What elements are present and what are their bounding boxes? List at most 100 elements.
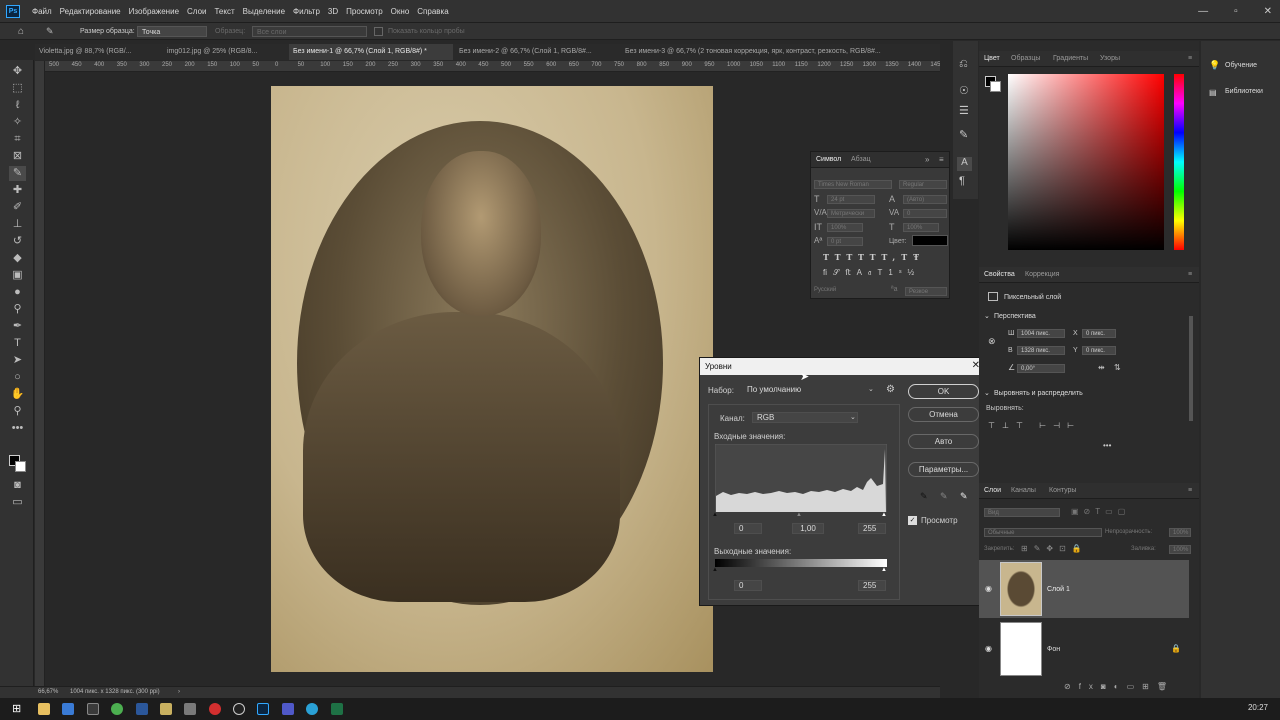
leading-field[interactable]: (Авто) (903, 195, 947, 204)
menu-item[interactable]: Фильтр (289, 0, 324, 23)
tab-patterns[interactable]: Узоры (1100, 55, 1120, 62)
hue-slider[interactable] (1174, 74, 1184, 250)
home-icon[interactable]: ⌂ (18, 26, 24, 37)
align-chevron-icon[interactable]: ⌄ (984, 389, 990, 397)
panel-menu-icon[interactable]: ≡ (939, 155, 944, 164)
gray-point-eyedropper-icon[interactable]: ✎ (940, 491, 948, 502)
close-window-button[interactable]: ✕ (1264, 0, 1272, 23)
fill-field[interactable]: 100% (1169, 545, 1191, 554)
menu-item[interactable]: Изображение (125, 0, 183, 23)
status-arrow-icon[interactable]: › (178, 689, 180, 695)
layers-menu-icon[interactable]: ≡ (1188, 487, 1192, 494)
menu-item[interactable]: Текст (210, 0, 238, 23)
visibility-eye-icon[interactable]: ◉ (985, 584, 992, 593)
photoshop-taskbar-icon[interactable] (257, 703, 269, 715)
libraries-link[interactable]: Библиотеки (1225, 88, 1263, 95)
type-tool-icon[interactable]: T (9, 336, 26, 351)
properties-menu-icon[interactable]: ≡ (1188, 271, 1192, 278)
tab-paths[interactable]: Контуры (1049, 487, 1076, 494)
screen-mode-icon[interactable]: ▭ (9, 495, 26, 510)
align-buttons[interactable]: ⊤⊥⊤ ⊢⊣⊢ (988, 421, 1081, 430)
menu-item[interactable]: Просмотр (342, 0, 387, 23)
dodge-tool-icon[interactable]: ⚲ (9, 302, 26, 317)
layer-filter-icons[interactable]: ▣⊘T▭▢ (1071, 507, 1130, 516)
word-icon[interactable] (136, 703, 148, 715)
opentype-buttons[interactable]: ﬁ𝒮ﬅA𝔞T1ˢ½ (823, 268, 920, 278)
options-button[interactable]: Параметры... (908, 462, 979, 477)
text-style-buttons[interactable]: TTTTTT,TŦ (823, 252, 925, 262)
flip-horizontal-icon[interactable]: ⇹ (1098, 363, 1105, 372)
color-picker-field[interactable] (1008, 74, 1164, 250)
preview-checkbox[interactable]: ✓ (908, 516, 917, 525)
character-icon[interactable]: A (957, 157, 972, 171)
tab-layers[interactable]: Слои (984, 487, 1001, 494)
marquee-tool-icon[interactable]: ⬚ (9, 81, 26, 96)
y-field[interactable]: 0 пикс. (1082, 346, 1116, 355)
tab-properties[interactable]: Свойства (984, 271, 1015, 278)
color-panel-menu-icon[interactable]: ≡ (1188, 55, 1192, 62)
output-black-slider[interactable]: ▲ (712, 567, 718, 573)
menu-item[interactable]: Слои (183, 0, 210, 23)
brushes-icon[interactable]: ✎ (959, 128, 968, 141)
stamp-tool-icon[interactable]: ⊥ (9, 217, 26, 232)
properties-scrollbar[interactable] (1189, 316, 1193, 421)
black-point-eyedropper-icon[interactable]: ✎ (920, 491, 928, 502)
document-tab[interactable]: img012.jpg @ 25% (RGB/8... (163, 44, 287, 60)
kerning-field[interactable]: Метрически (827, 209, 875, 218)
angle-field[interactable]: 0,00° (1017, 364, 1065, 373)
properties-icon[interactable]: ☰ (959, 104, 969, 117)
shape-tool-icon[interactable]: ○ (9, 370, 26, 385)
file-explorer-icon[interactable] (38, 703, 50, 715)
eraser-tool-icon[interactable]: ◆ (9, 251, 26, 266)
zoom-level[interactable]: 66,67% (38, 689, 58, 695)
font-family-select[interactable]: Times New Roman (814, 180, 892, 189)
preset-select[interactable]: По умолчанию (743, 384, 878, 395)
preset-gear-icon[interactable]: ⚙ (886, 384, 895, 395)
learn-link[interactable]: Обучение (1225, 62, 1257, 69)
background-color-swatch[interactable] (15, 461, 26, 472)
height-field[interactable]: 1328 пикс. (1017, 346, 1065, 355)
history-brush-tool-icon[interactable]: ↺ (9, 234, 26, 249)
menu-item[interactable]: Справка (413, 0, 452, 23)
text-color-swatch[interactable] (912, 235, 948, 246)
zoom-tool-icon[interactable]: ⚲ (9, 404, 26, 419)
minimize-button[interactable]: — (1198, 0, 1208, 23)
x-field[interactable]: 0 пикс. (1082, 329, 1116, 338)
chrome-icon[interactable] (111, 703, 123, 715)
blur-tool-icon[interactable]: ● (9, 285, 26, 300)
mail-icon[interactable] (87, 703, 99, 715)
document-tab[interactable]: Без имени-3 @ 66,7% (2 тоновая коррекция… (621, 44, 939, 60)
font-style-select[interactable]: Regular (899, 180, 947, 189)
crop-tool-icon[interactable]: ⌗ (9, 132, 26, 147)
more-tools-icon[interactable]: ••• (9, 421, 26, 436)
layer1-name[interactable]: Слой 1 (1047, 586, 1070, 593)
channel-select[interactable]: RGB (752, 412, 858, 423)
quick-mask-icon[interactable]: ◙ (9, 478, 26, 493)
document-tab[interactable]: Violetta.jpg @ 88,7% (RGB/... (35, 44, 160, 60)
eyedropper-icon[interactable]: ✎ (46, 26, 54, 37)
pen-tool-icon[interactable]: ✒ (9, 319, 26, 334)
healing-brush-tool-icon[interactable]: ✚ (9, 183, 26, 198)
menu-item[interactable]: Окно (387, 0, 414, 23)
paragraph-icon[interactable]: ¶ (959, 175, 965, 187)
tab-color[interactable]: Цвет (984, 55, 1000, 62)
tab-gradients[interactable]: Градиенты (1053, 55, 1088, 62)
frame-tool-icon[interactable]: ⊠ (9, 149, 26, 164)
auto-button[interactable]: Авто (908, 434, 979, 449)
tracking-field[interactable]: 0 (903, 209, 947, 218)
history-icon[interactable]: ⎌ (959, 58, 968, 71)
antialias-select[interactable]: Резкое (905, 287, 947, 296)
more-options-icon[interactable]: ••• (1103, 441, 1111, 450)
menu-item[interactable]: Выделение (239, 0, 289, 23)
cancel-button[interactable]: Отмена (908, 407, 979, 422)
ok-button[interactable]: OK (908, 384, 979, 399)
path-select-tool-icon[interactable]: ➤ (9, 353, 26, 368)
link-icon[interactable]: ⊗ (988, 336, 996, 347)
color-bg-swatch[interactable] (990, 81, 1001, 92)
media-icon[interactable] (233, 703, 245, 715)
font-size-field[interactable]: 24 pt (827, 195, 875, 204)
layer-footer-icons[interactable]: ⊘fx◙◐▭⊞🗑 (1064, 682, 1175, 691)
layer-filter-search[interactable]: Вид (984, 508, 1060, 517)
menu-item[interactable]: 3D (324, 0, 342, 23)
tab-swatches[interactable]: Образцы (1011, 55, 1040, 62)
